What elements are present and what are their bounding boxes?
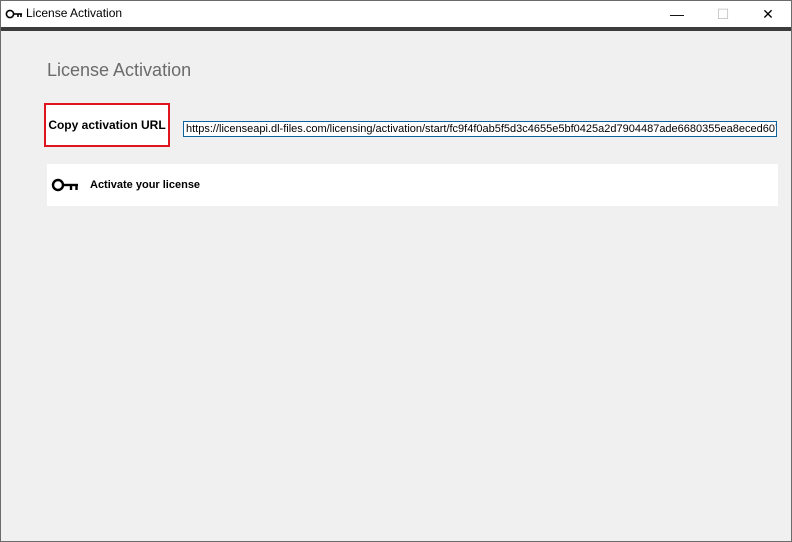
maximize-button[interactable]: ☐ — [700, 1, 746, 27]
activate-license-label: Activate your license — [90, 179, 201, 191]
key-icon — [51, 177, 79, 193]
license-activation-window: License Activation — ☐ ✕ License Activat… — [0, 0, 792, 542]
minimize-button[interactable]: — — [654, 1, 700, 27]
copy-activation-url-button[interactable]: Copy activation URL — [44, 103, 170, 147]
close-button[interactable]: ✕ — [745, 1, 791, 27]
page-title: License Activation — [47, 60, 192, 80]
title-bar[interactable]: License Activation — ☐ ✕ — [1, 1, 791, 27]
activate-license-button[interactable]: Activate your license — [47, 164, 778, 206]
key-icon — [5, 7, 23, 21]
activation-url-field[interactable]: https://licenseapi.dl-files.com/licensin… — [183, 121, 777, 137]
content-area: License Activation Copy activation URL h… — [1, 31, 791, 541]
window-title: License Activation — [26, 6, 123, 20]
